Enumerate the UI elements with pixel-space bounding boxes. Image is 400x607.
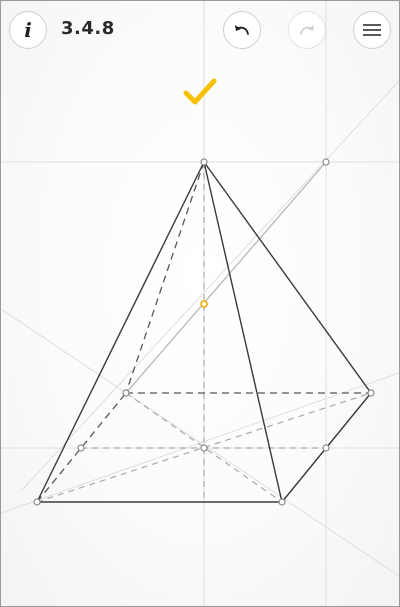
point-base-back-right[interactable]	[367, 389, 375, 397]
point-base-front-right[interactable]	[278, 498, 286, 506]
edge-apex-front-right	[203, 161, 283, 503]
point-highlighted[interactable]	[200, 300, 208, 308]
checkmark-icon	[183, 78, 217, 105]
point-midpoint-left[interactable]	[77, 444, 85, 452]
level-number: 3.4.8	[61, 18, 115, 39]
point-construction-end[interactable]	[322, 158, 330, 166]
guide-diagonal-up	[1, 372, 399, 514]
info-icon: i	[24, 18, 32, 42]
redo-icon	[300, 25, 314, 35]
point-base-center[interactable]	[200, 444, 208, 452]
undo-icon	[235, 25, 249, 35]
edge-apex-back-right	[203, 161, 372, 394]
redo-button[interactable]	[288, 11, 326, 49]
menu-icon	[363, 24, 381, 36]
top-bar: i 3.4.8	[1, 1, 399, 59]
construction-line	[125, 161, 327, 394]
point-apex[interactable]	[200, 158, 208, 166]
info-button[interactable]: i	[9, 11, 47, 49]
point-base-back-left[interactable]	[122, 389, 130, 397]
hidden-lateral-edge	[125, 161, 205, 394]
guide-diagonal-long	[20, 80, 399, 492]
menu-button[interactable]	[353, 11, 391, 49]
point-base-front-left[interactable]	[33, 498, 41, 506]
game-screen: i 3.4.8	[0, 0, 400, 607]
undo-button[interactable]	[223, 11, 261, 49]
point-midpoint-right[interactable]	[322, 444, 330, 452]
